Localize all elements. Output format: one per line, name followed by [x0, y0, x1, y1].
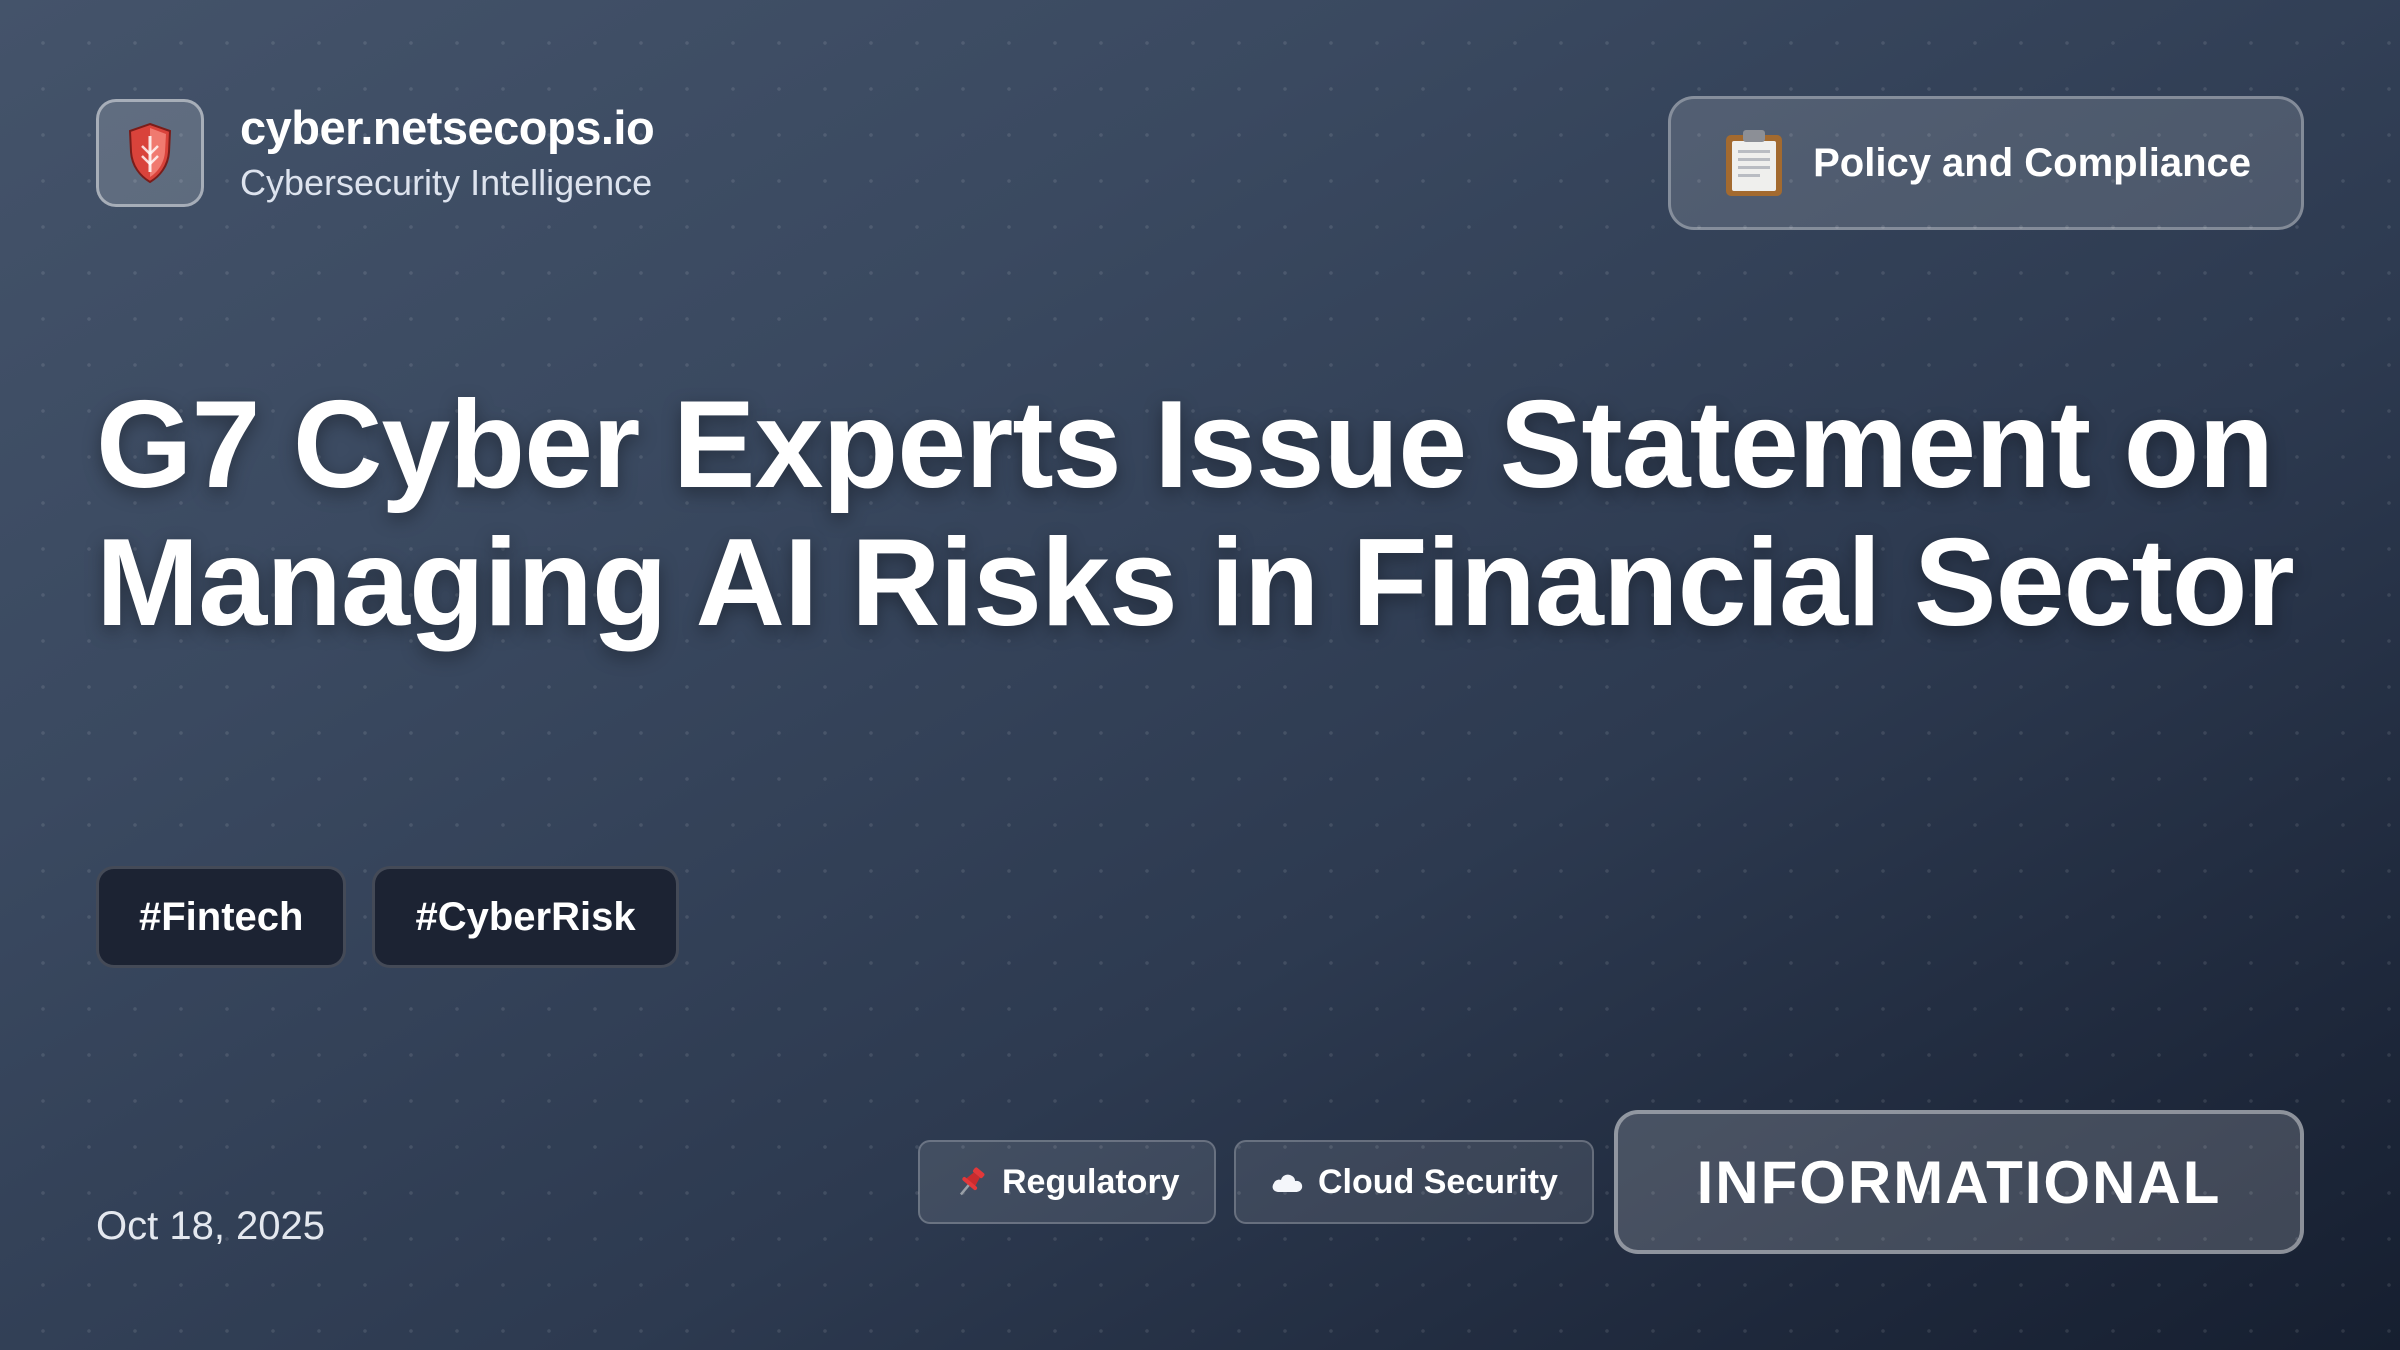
shield-icon [128, 122, 172, 184]
category-badge[interactable]: Policy and Compliance [1668, 96, 2304, 230]
brand-header: cyber.netsecops.io Cybersecurity Intelli… [96, 99, 655, 207]
tag-regulatory[interactable]: Regulatory [918, 1140, 1216, 1224]
tag-label: Cloud Security [1318, 1162, 1558, 1201]
hashtag-chip[interactable]: #Fintech [96, 866, 347, 968]
logo-badge [96, 99, 204, 207]
hashtag-chip[interactable]: #CyberRisk [372, 866, 679, 968]
site-name[interactable]: cyber.netsecops.io [240, 99, 655, 157]
tag-label: Regulatory [1002, 1162, 1180, 1201]
tag-cloud-security[interactable]: Cloud Security [1234, 1140, 1594, 1224]
category-label: Policy and Compliance [1813, 140, 2251, 185]
cloud-icon [1272, 1174, 1303, 1192]
hashtag-list: #Fintech #CyberRisk [96, 866, 679, 968]
pushpin-icon [959, 1167, 985, 1196]
article-headline: G7 Cyber Experts Issue Statement on Mana… [96, 376, 2295, 652]
severity-badge: INFORMATIONAL [1614, 1110, 2304, 1254]
publish-date: Oct 18, 2025 [96, 1204, 326, 1248]
site-tagline: Cybersecurity Intelligence [240, 162, 653, 203]
clipboard-icon [1726, 130, 1783, 196]
